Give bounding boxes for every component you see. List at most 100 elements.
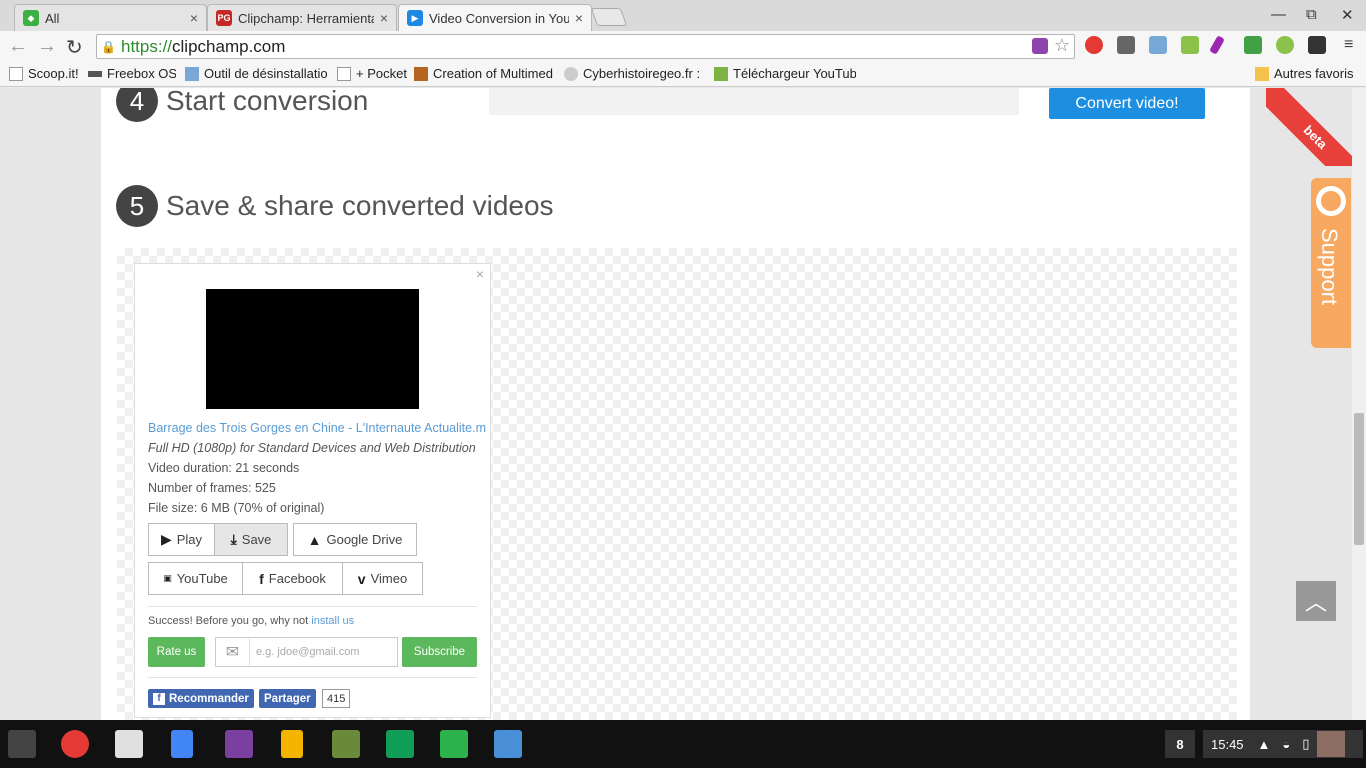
facebook-recommend-button[interactable]: f Recommander: [148, 689, 254, 708]
bookmark-item[interactable]: + Pocket: [337, 66, 407, 81]
video-preview[interactable]: [206, 289, 419, 409]
youtube-button[interactable]: ▣ YouTube: [148, 562, 243, 595]
close-icon[interactable]: ×: [476, 266, 484, 282]
step-title: Save & share converted videos: [166, 190, 554, 221]
printer-icon[interactable]: [1244, 36, 1262, 54]
convert-video-button[interactable]: Convert video!: [1049, 88, 1205, 119]
back-button[interactable]: ←: [8, 35, 28, 58]
bookmark-item[interactable]: Freebox OS: [88, 66, 176, 81]
camera-icon[interactable]: [1149, 36, 1167, 54]
play-icon: ▶: [160, 531, 172, 547]
facebook-share-button[interactable]: Partager: [259, 689, 316, 708]
chrome-icon[interactable]: [61, 730, 89, 758]
files-icon[interactable]: [494, 730, 522, 758]
play-button[interactable]: ▶ Play: [148, 523, 215, 556]
new-tab-button[interactable]: [590, 8, 628, 26]
star-icon[interactable]: ☆: [1054, 35, 1070, 56]
close-window-button[interactable]: ✕: [1341, 6, 1354, 24]
close-icon[interactable]: ×: [575, 10, 583, 26]
onenote-icon[interactable]: [225, 730, 253, 758]
tab-clipchamp-herramienta[interactable]: PG Clipchamp: Herramienta ×: [207, 4, 397, 31]
save-button[interactable]: ⤓ Save: [214, 523, 288, 556]
green-circle-icon[interactable]: [1276, 36, 1294, 54]
reload-button[interactable]: ↻: [66, 35, 83, 60]
tab-title: Video Conversion in Your: [429, 10, 569, 26]
bookmark-other-folder[interactable]: Autres favoris: [1255, 66, 1360, 81]
email-field[interactable]: ✉ e.g. jdoe@gmail.com: [215, 637, 398, 667]
share-count: 415: [322, 689, 351, 708]
envelope-icon: ✉: [216, 638, 250, 666]
success-message: Success! Before you go, why not install …: [148, 615, 355, 627]
subscribe-button[interactable]: Subscribe: [402, 637, 477, 667]
close-icon[interactable]: ×: [380, 10, 388, 26]
facebook-icon: f: [259, 570, 264, 587]
app-green-icon[interactable]: [332, 730, 360, 758]
extension-gray-icon[interactable]: [1117, 36, 1135, 54]
app-launcher-icon[interactable]: [8, 730, 36, 758]
video-filesize: File size: 6 MB (70% of original): [148, 501, 325, 515]
tab-title: Clipchamp: Herramienta: [238, 10, 374, 26]
feedly-icon[interactable]: [440, 730, 468, 758]
vimeo-button[interactable]: v Vimeo: [342, 562, 423, 595]
bookmark-item[interactable]: Creation of Multimed: [414, 66, 555, 81]
video-duration: Video duration: 21 seconds: [148, 461, 300, 475]
wifi-icon: ◒: [1282, 736, 1291, 752]
video-quality: Full HD (1080p) for Standard Devices and…: [148, 441, 476, 455]
bookmark-item[interactable]: Téléchargeur YouTub: [714, 66, 856, 81]
bookmark-item[interactable]: Scoop.it!: [9, 66, 79, 81]
chevron-up-icon: ︿: [1304, 590, 1327, 615]
tab-video-conversion[interactable]: ▶ Video Conversion in Your ×: [398, 4, 592, 31]
close-icon[interactable]: ×: [190, 10, 198, 26]
tool-icon: [185, 66, 199, 81]
maximize-button[interactable]: ⧉: [1306, 6, 1317, 23]
multimedia-icon: [414, 66, 428, 81]
beta-ribbon: beta: [1266, 88, 1366, 166]
hello-icon[interactable]: [1308, 36, 1326, 54]
feedly-icon: ◆: [23, 10, 39, 26]
facebook-button[interactable]: f Facebook: [242, 562, 343, 595]
page-content: 4 Start conversion Convert video! 5 Save…: [0, 88, 1366, 720]
address-bar[interactable]: 🔒 https:// clipchamp.com ☆: [96, 34, 1075, 59]
menu-icon[interactable]: ≡: [1344, 36, 1353, 54]
tab-title: All: [45, 10, 60, 26]
rw-extension-icon[interactable]: [1032, 38, 1048, 54]
clock: 15:45: [1211, 736, 1244, 752]
install-link[interactable]: install us: [311, 615, 354, 627]
bookmark-item[interactable]: Outil de désinstallatio: [185, 66, 327, 81]
step-number: 5: [116, 185, 158, 227]
minimize-button[interactable]: —: [1271, 6, 1286, 23]
rate-us-button[interactable]: Rate us: [148, 637, 205, 667]
vimeo-icon: v: [357, 570, 366, 587]
avatar: [1317, 731, 1346, 757]
google-slides-icon[interactable]: [281, 730, 303, 758]
scrollbar-thumb[interactable]: [1354, 413, 1364, 545]
bookmarks-bar: Scoop.it! Freebox OS Outil de désinstall…: [0, 62, 1366, 87]
tab-all[interactable]: ◆ All ×: [14, 4, 207, 31]
support-label: Support: [1317, 228, 1342, 306]
bookmark-item[interactable]: Cyberhistoiregeo.fr :: [564, 66, 704, 81]
video-filename[interactable]: Barrage des Trois Gorges en Chine - L'In…: [148, 421, 486, 435]
download-icon: ⤓: [230, 531, 237, 547]
os-shelf: [0, 720, 1366, 768]
scroll-to-top-button[interactable]: ︿: [1296, 581, 1336, 621]
step-number: 4: [116, 88, 158, 122]
extension-red-icon[interactable]: [1085, 36, 1103, 54]
gmail-icon[interactable]: [115, 730, 143, 758]
scrollbar[interactable]: [1352, 88, 1366, 720]
divider: [148, 606, 477, 607]
step-title: Start conversion: [166, 88, 369, 116]
google-drive-icon[interactable]: [386, 730, 414, 758]
forward-button[interactable]: →: [37, 35, 57, 58]
lock-icon: 🔒: [101, 39, 116, 54]
download-icon[interactable]: [1181, 36, 1199, 54]
status-tray[interactable]: 15:45 ▲ ◒ ▯: [1203, 730, 1363, 758]
support-tab[interactable]: Support: [1311, 178, 1351, 348]
facebook-icon: f: [153, 692, 165, 705]
notification-badge[interactable]: 8: [1165, 730, 1195, 758]
google-docs-icon[interactable]: [171, 730, 193, 758]
punto-geek-icon: PG: [216, 10, 232, 26]
google-drive-button[interactable]: ▲ Google Drive: [293, 523, 417, 556]
step-start-conversion: 4 Start conversion: [116, 88, 368, 122]
cyber-icon: [564, 66, 578, 81]
google-drive-icon: ▲: [307, 531, 322, 548]
